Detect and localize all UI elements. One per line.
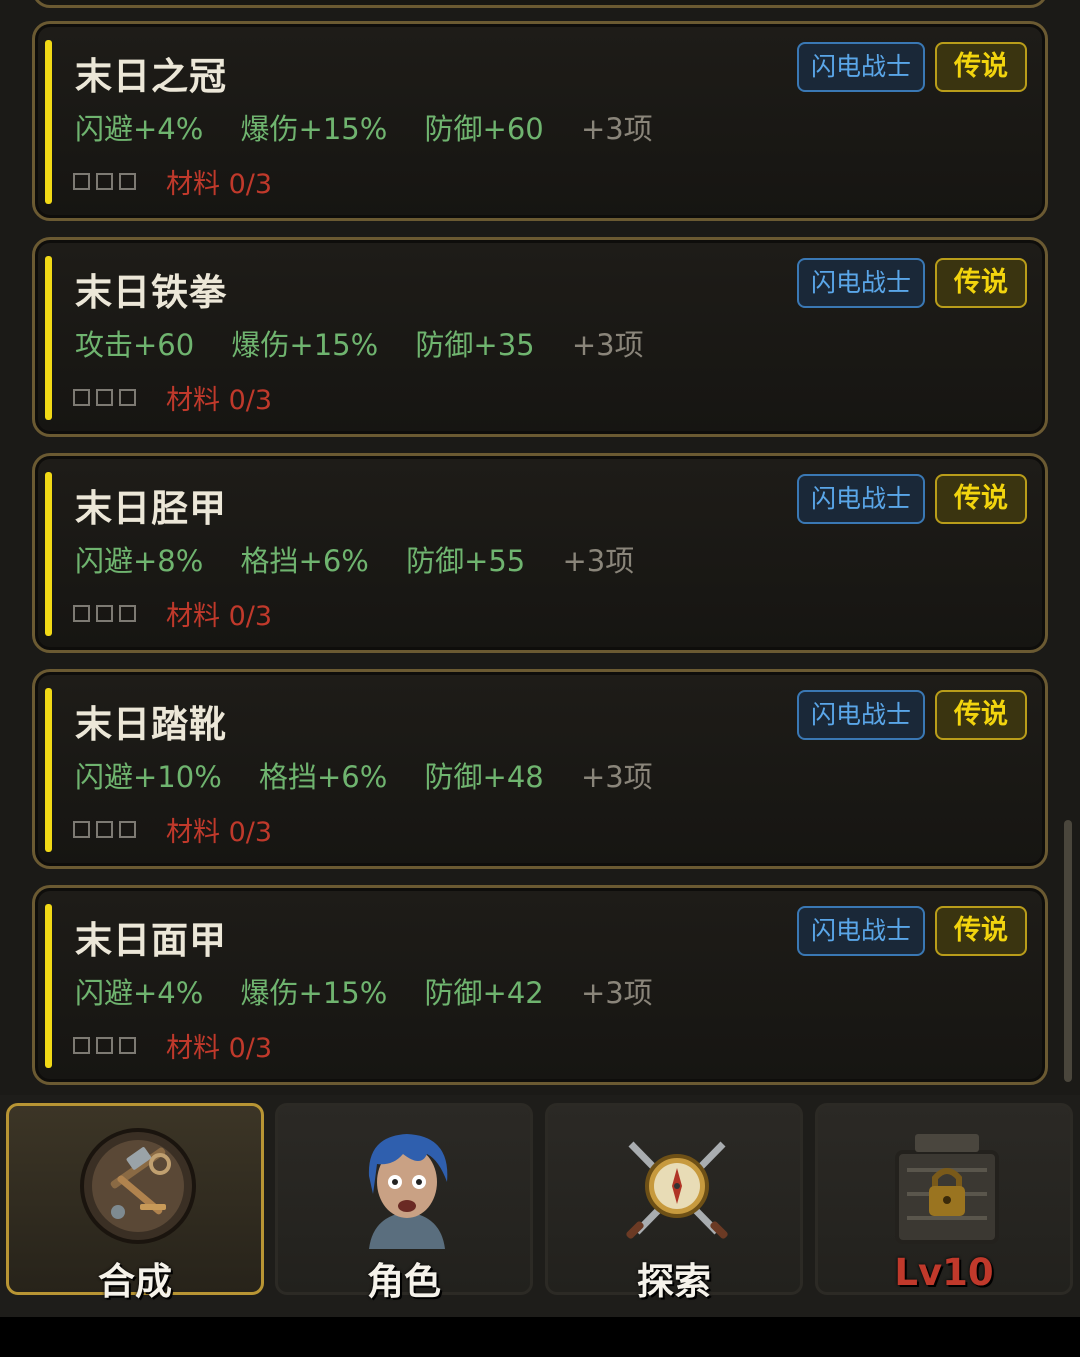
- empty-slot-icon: [73, 821, 90, 838]
- nav-label: 角色: [367, 1260, 441, 1303]
- crafting-tools-icon: [80, 1128, 196, 1244]
- rarity-tag: 传说: [935, 690, 1027, 740]
- material-count: 材料 0/3: [166, 601, 273, 632]
- empty-slot-icon: [96, 1037, 113, 1054]
- stat-line: 闪避+4% 爆伤+15% 防御+60 +3项: [75, 106, 653, 148]
- empty-slot-icon: [96, 605, 113, 622]
- stat: 闪避+8%: [75, 544, 204, 578]
- material-row: 材料 0/3: [73, 810, 272, 849]
- nav-tab-craft[interactable]: 合成: [6, 1103, 264, 1303]
- more-stats: +3项: [562, 544, 635, 578]
- item-card[interactable]: 末日之冠 闪电战士 传说 闪避+4% 爆伤+15% 防御+60 +3项 材料 0…: [32, 21, 1048, 221]
- item-card[interactable]: 末日面甲 闪电战士 传说 闪避+4% 爆伤+15% 防御+42 +3项 材料 0…: [32, 885, 1048, 1085]
- material-row: 材料 0/3: [73, 162, 272, 201]
- empty-slot-icon: [73, 389, 90, 406]
- nav-label: 探索: [637, 1260, 711, 1303]
- rarity-bar: [45, 256, 52, 420]
- item-name: 末日胫甲: [75, 487, 227, 530]
- material-slots: [73, 389, 136, 406]
- stat: 爆伤+15%: [231, 328, 379, 362]
- system-nav-bar: [0, 1317, 1080, 1357]
- stat: 闪避+10%: [75, 760, 222, 794]
- locked-shop-icon: [895, 1134, 999, 1244]
- material-row: 材料 0/3: [73, 378, 272, 417]
- character-portrait-icon: [368, 1134, 448, 1249]
- item-card[interactable]: 末日铁拳 闪电战士 传说 攻击+60 爆伤+15% 防御+35 +3项 材料 0…: [32, 237, 1048, 437]
- rarity-bar: [45, 904, 52, 1068]
- nav-tab-character[interactable]: 角色: [275, 1103, 533, 1303]
- empty-slot-icon: [96, 821, 113, 838]
- stat: 防御+60: [424, 112, 544, 146]
- material-slots: [73, 1037, 136, 1054]
- empty-slot-icon: [119, 1037, 136, 1054]
- class-tag: 闪电战士: [797, 690, 925, 740]
- stat-line: 闪避+10% 格挡+6% 防御+48 +3项: [75, 754, 653, 796]
- previous-card-edge: [32, 0, 1048, 8]
- empty-slot-icon: [119, 605, 136, 622]
- rarity-bar: [45, 688, 52, 852]
- stat: 闪避+4%: [75, 976, 204, 1010]
- stat: 格挡+6%: [258, 760, 388, 794]
- crafting-item-list[interactable]: 末日之冠 闪电战士 传说 闪避+4% 爆伤+15% 防御+60 +3项 材料 0…: [0, 0, 1080, 1095]
- nav-tab-explore[interactable]: 探索: [545, 1103, 803, 1303]
- bottom-nav: 合成 角色 探索 Lv10: [0, 1095, 1080, 1317]
- material-slots: [73, 173, 136, 190]
- nav-label: Lv10: [894, 1251, 994, 1294]
- stat-line: 闪避+4% 爆伤+15% 防御+42 +3项: [75, 970, 653, 1012]
- class-tag: 闪电战士: [797, 906, 925, 956]
- rarity-bar: [45, 40, 52, 204]
- class-tag: 闪电战士: [797, 474, 925, 524]
- more-stats: +3项: [580, 976, 653, 1010]
- stat: 防御+42: [424, 976, 544, 1010]
- material-row: 材料 0/3: [73, 1026, 272, 1065]
- nav-label: 合成: [98, 1260, 172, 1303]
- nav-tab-shop-locked[interactable]: Lv10: [815, 1103, 1073, 1295]
- empty-slot-icon: [73, 605, 90, 622]
- more-stats: +3项: [571, 328, 644, 362]
- stat-line: 闪避+8% 格挡+6% 防御+55 +3项: [75, 538, 634, 580]
- empty-slot-icon: [96, 173, 113, 190]
- stat: 爆伤+15%: [240, 112, 388, 146]
- stat: 防御+55: [406, 544, 526, 578]
- material-slots: [73, 605, 136, 622]
- rarity-tag: 传说: [935, 42, 1027, 92]
- rarity-tag: 传说: [935, 258, 1027, 308]
- material-count: 材料 0/3: [166, 817, 273, 848]
- stat: 爆伤+15%: [240, 976, 388, 1010]
- class-tag: 闪电战士: [797, 258, 925, 308]
- stat: 防御+35: [415, 328, 535, 362]
- stat: 攻击+60: [75, 328, 195, 362]
- scrollbar[interactable]: [1064, 820, 1072, 1082]
- item-name: 末日踏靴: [75, 703, 227, 746]
- rarity-tag: 传说: [935, 474, 1027, 524]
- item-name: 末日面甲: [75, 919, 227, 962]
- stat-line: 攻击+60 爆伤+15% 防御+35 +3项: [75, 322, 644, 364]
- compass-icon: [626, 1141, 728, 1239]
- stat: 闪避+4%: [75, 112, 204, 146]
- material-slots: [73, 821, 136, 838]
- more-stats: +3项: [580, 112, 653, 146]
- material-row: 材料 0/3: [73, 594, 272, 633]
- item-card[interactable]: 末日踏靴 闪电战士 传说 闪避+10% 格挡+6% 防御+48 +3项 材料 0…: [32, 669, 1048, 869]
- rarity-bar: [45, 472, 52, 636]
- stat: 防御+48: [424, 760, 544, 794]
- class-tag: 闪电战士: [797, 42, 925, 92]
- empty-slot-icon: [73, 1037, 90, 1054]
- stat: 格挡+6%: [240, 544, 369, 578]
- empty-slot-icon: [73, 173, 90, 190]
- more-stats: +3项: [580, 760, 653, 794]
- item-card[interactable]: 末日胫甲 闪电战士 传说 闪避+8% 格挡+6% 防御+55 +3项 材料 0/…: [32, 453, 1048, 653]
- item-name: 末日之冠: [75, 55, 227, 98]
- empty-slot-icon: [119, 173, 136, 190]
- empty-slot-icon: [119, 821, 136, 838]
- material-count: 材料 0/3: [166, 1033, 273, 1064]
- material-count: 材料 0/3: [166, 169, 273, 200]
- rarity-tag: 传说: [935, 906, 1027, 956]
- empty-slot-icon: [96, 389, 113, 406]
- empty-slot-icon: [119, 389, 136, 406]
- material-count: 材料 0/3: [166, 385, 273, 416]
- item-name: 末日铁拳: [75, 271, 227, 314]
